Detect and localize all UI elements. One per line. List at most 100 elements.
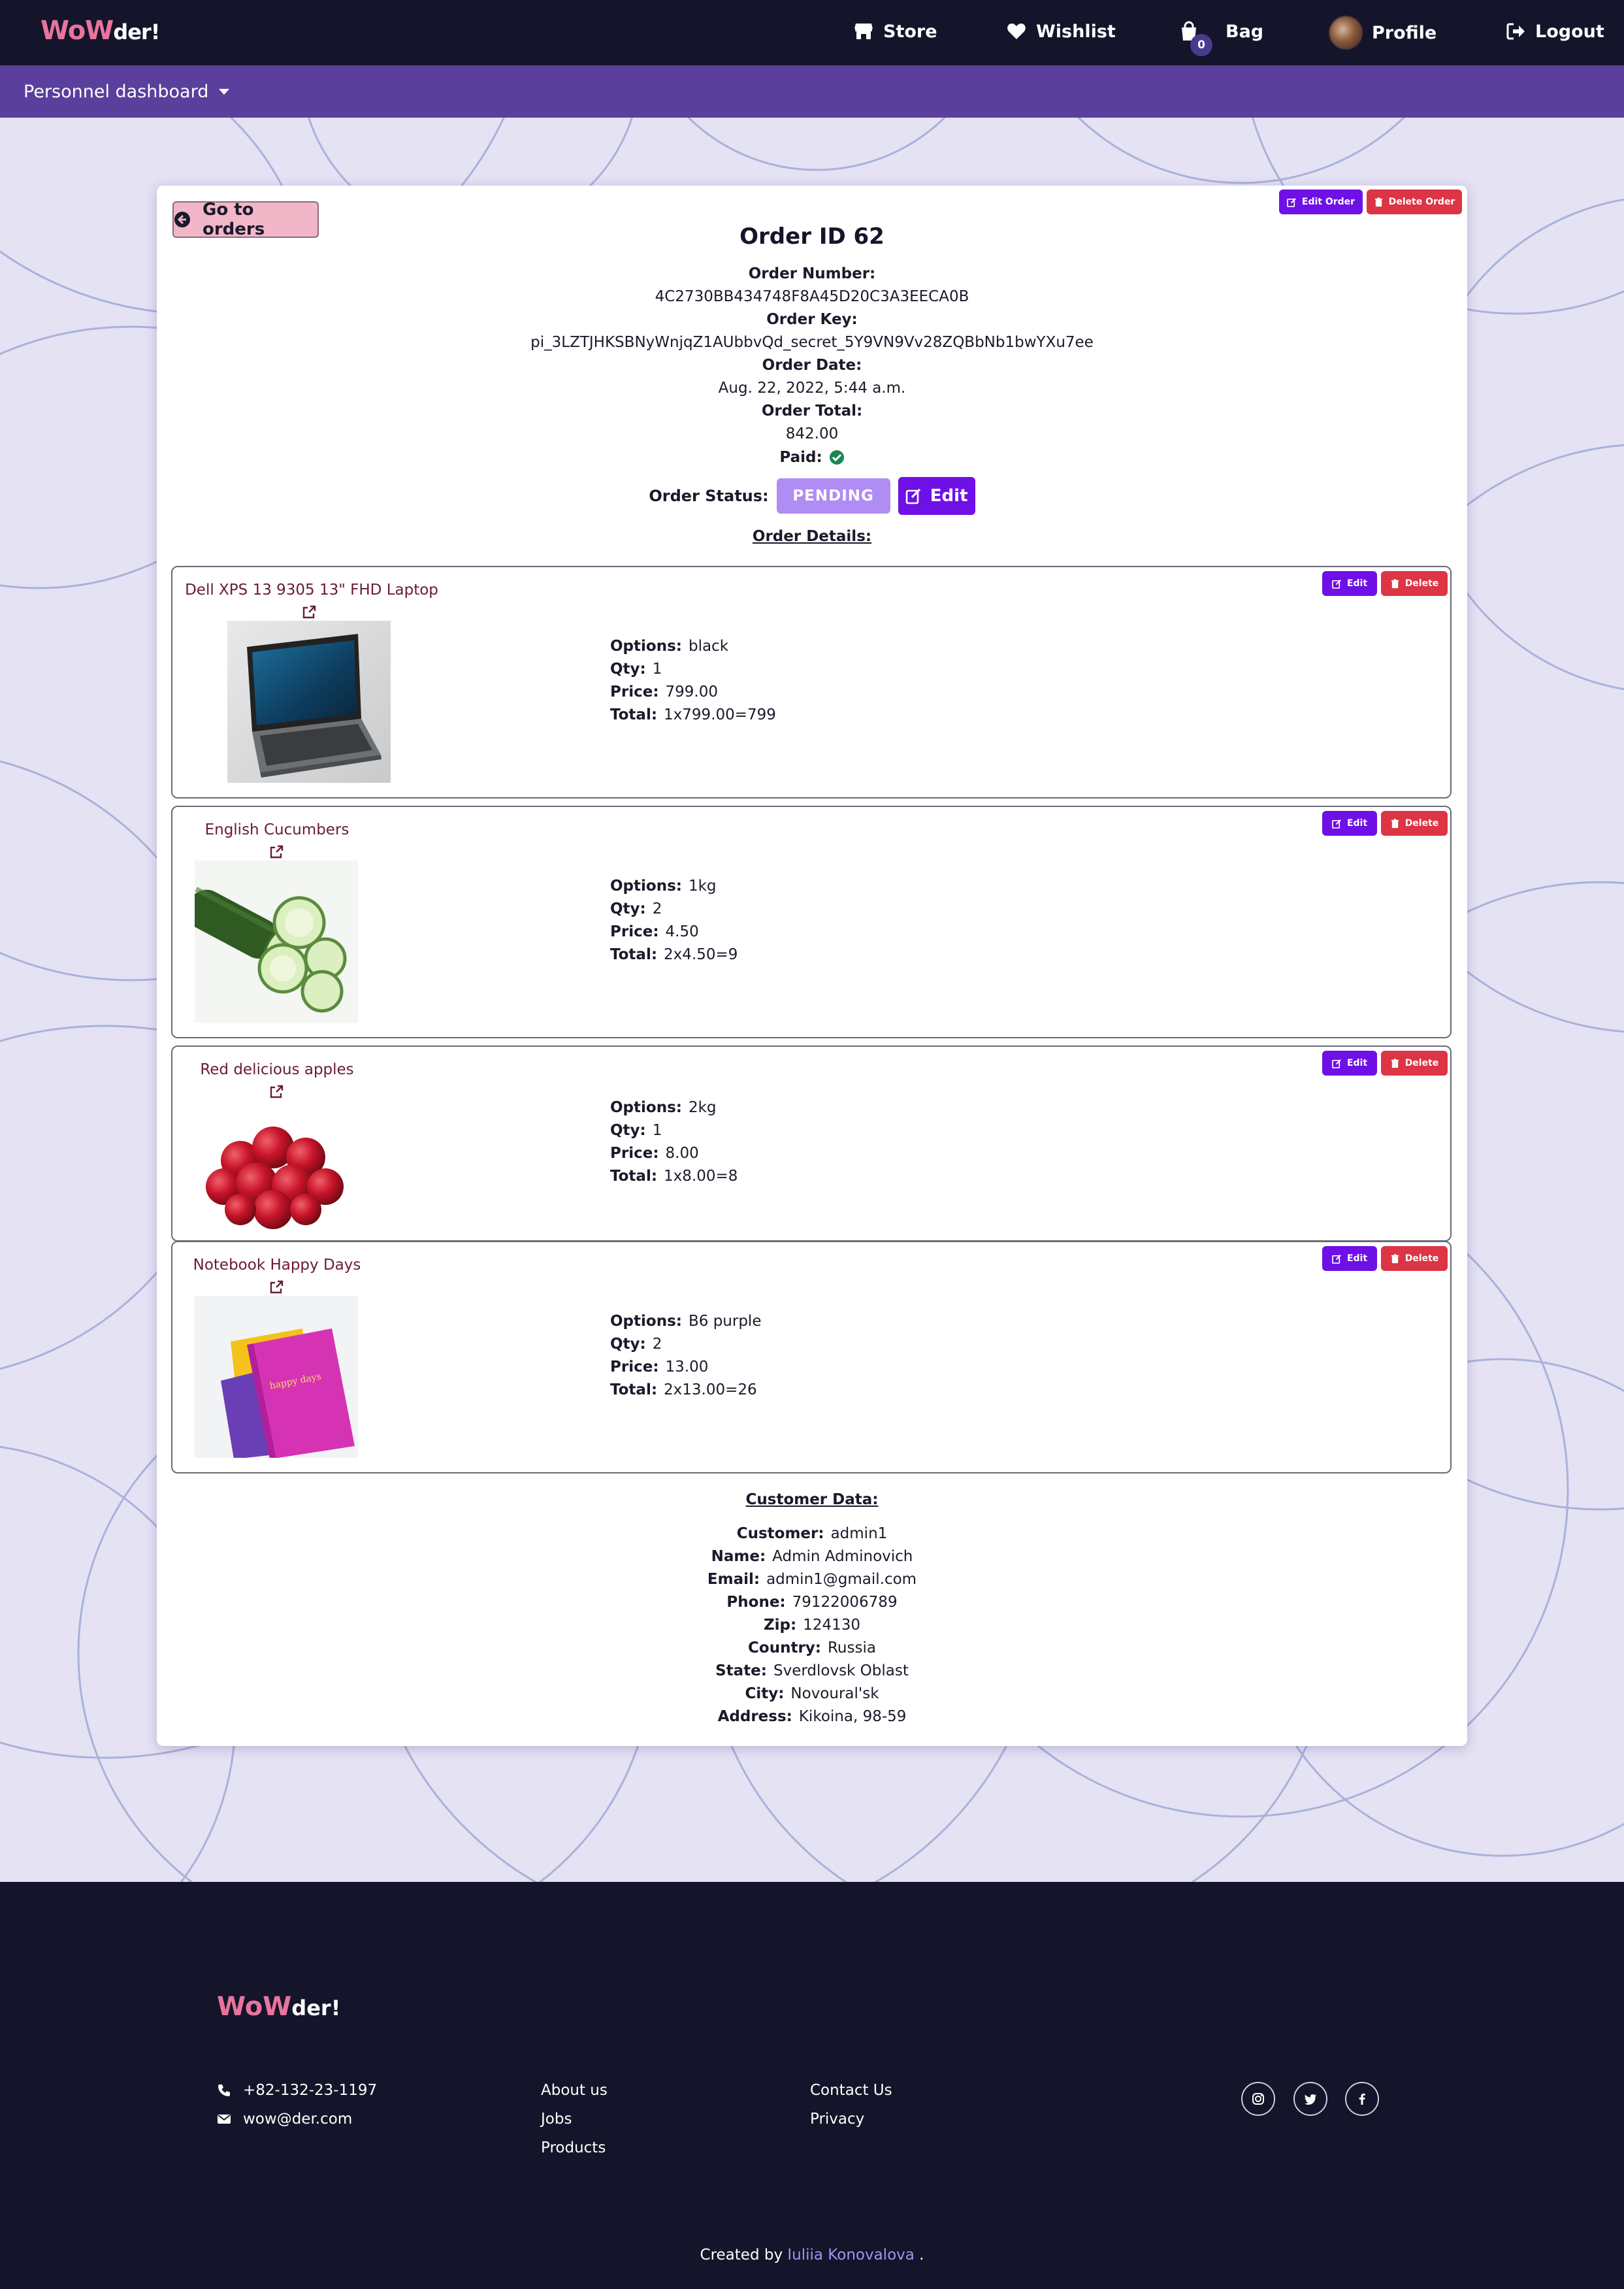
- footer-phone-text: +82-132-23-1197: [243, 2082, 378, 2099]
- paid-label: Paid:: [779, 448, 822, 466]
- customer-field: Customer: admin1: [157, 1523, 1467, 1545]
- customer-field: Phone: 79122006789: [157, 1591, 1467, 1614]
- customer-data: Customer: admin1 Name: Admin Adminovich Em…: [157, 1523, 1467, 1728]
- check-circle-icon: [829, 450, 845, 465]
- phone-icon: [217, 2083, 231, 2098]
- paid-row: Paid:: [157, 446, 1467, 469]
- total-label: Total:: [610, 706, 658, 723]
- options-label: Options:: [610, 1099, 682, 1116]
- footer-logo[interactable]: WoWder!: [217, 1992, 340, 2022]
- options-value: 1kg: [688, 878, 717, 895]
- item-image-cucumbers[interactable]: [195, 861, 358, 1023]
- customer-field-label: Address:: [717, 1708, 792, 1725]
- delete-item-button[interactable]: Delete: [1381, 1051, 1448, 1076]
- twitter-icon[interactable]: [1293, 2082, 1327, 2116]
- external-link-icon[interactable]: [300, 604, 317, 621]
- item-image-notebook[interactable]: happy days: [195, 1296, 358, 1458]
- delete-item-button[interactable]: Delete: [1381, 811, 1448, 836]
- qty-label: Qty:: [610, 1336, 646, 1353]
- total-value: 2x4.50=9: [664, 946, 738, 963]
- customer-field-value: Novoural'sk: [790, 1685, 879, 1702]
- edit-icon: [1332, 819, 1342, 829]
- credit-author-link[interactable]: Iuliia Konovalova: [787, 2247, 914, 2264]
- item-name-link[interactable]: English Cucumbers: [179, 821, 375, 838]
- edit-item-button[interactable]: Edit: [1322, 1051, 1377, 1076]
- edit-order-button[interactable]: Edit Order: [1279, 189, 1363, 214]
- item-name-link[interactable]: Dell XPS 13 9305 13" FHD Laptop: [179, 582, 444, 599]
- price-value: 8.00: [665, 1145, 699, 1162]
- nav-wishlist-label: Wishlist: [1036, 21, 1116, 42]
- store-icon: [853, 21, 874, 42]
- instagram-icon[interactable]: [1241, 2082, 1275, 2116]
- qty-value: 2: [652, 900, 662, 917]
- order-status-row: Order Status: PENDING Edit: [157, 477, 1467, 515]
- edit-icon: [1332, 1254, 1342, 1264]
- nav-store-label: Store: [883, 21, 937, 42]
- price-value: 799.00: [665, 683, 718, 700]
- customer-field: Address: Kikoina, 98-59: [157, 1705, 1467, 1728]
- order-item: Edit Delete English Cucumbers Options: 1…: [171, 806, 1452, 1038]
- edit-item-button[interactable]: Edit: [1322, 811, 1377, 836]
- order-item: Edit Delete Red delicious apples Options…: [171, 1046, 1452, 1242]
- options-label: Options:: [610, 638, 682, 655]
- edit-item-label: Edit: [1346, 1253, 1368, 1264]
- footer-logo-second: der!: [291, 1996, 341, 2020]
- customer-field: Zip: 124130: [157, 1614, 1467, 1637]
- total-value: 1x8.00=8: [664, 1168, 738, 1185]
- order-key-value: pi_3LZTJHKSBNyWnjqZ1AUbbvQd_secret_5Y9VN…: [530, 334, 1094, 351]
- edit-icon: [1332, 1059, 1342, 1068]
- footer-credit: Created by Iuliia Konovalova .: [0, 2247, 1624, 2264]
- nav-store[interactable]: Store: [853, 17, 937, 46]
- edit-icon: [1332, 579, 1342, 589]
- facebook-icon[interactable]: [1345, 2082, 1379, 2116]
- footer-link-contact[interactable]: Contact Us: [810, 2082, 892, 2099]
- bag-count-badge: 0: [1190, 34, 1212, 56]
- footer-link-privacy[interactable]: Privacy: [810, 2111, 864, 2128]
- qty-label: Qty:: [610, 661, 646, 678]
- customer-field-value: Kikoina, 98-59: [798, 1708, 907, 1725]
- delete-order-button[interactable]: Delete Order: [1367, 189, 1462, 214]
- external-link-icon[interactable]: [268, 1279, 285, 1296]
- order-title: Order ID 62: [739, 223, 885, 250]
- order-key-label: Order Key:: [766, 311, 858, 328]
- footer-link-jobs[interactable]: Jobs: [541, 2111, 572, 2128]
- external-link-icon[interactable]: [268, 844, 285, 861]
- options-value: black: [688, 638, 729, 655]
- footer-link-about[interactable]: About us: [541, 2082, 608, 2099]
- personnel-dashboard-dropdown[interactable]: Personnel dashboard: [24, 82, 230, 102]
- edit-item-button[interactable]: Edit: [1322, 1246, 1377, 1271]
- edit-item-button[interactable]: Edit: [1322, 571, 1377, 596]
- item-name-link[interactable]: Notebook Happy Days: [179, 1257, 375, 1274]
- delete-item-button[interactable]: Delete: [1381, 571, 1448, 596]
- footer-link-products[interactable]: Products: [541, 2139, 606, 2156]
- order-date-label: Order Date:: [762, 357, 862, 374]
- external-link-icon[interactable]: [268, 1083, 285, 1100]
- nav-logout[interactable]: Logout: [1505, 17, 1604, 46]
- customer-field-value: admin1: [830, 1525, 888, 1542]
- brand-logo[interactable]: WoWder!: [41, 16, 160, 46]
- footer-email-text: wow@der.com: [243, 2111, 353, 2128]
- brand-logo-second: der!: [113, 20, 160, 44]
- delete-item-button[interactable]: Delete: [1381, 1246, 1448, 1271]
- nav-wishlist[interactable]: Wishlist: [1006, 17, 1116, 46]
- nav-profile[interactable]: Profile: [1329, 14, 1437, 51]
- item-image-apples[interactable]: [195, 1102, 358, 1232]
- edit-status-button[interactable]: Edit: [898, 477, 975, 515]
- edit-status-label: Edit: [930, 486, 968, 506]
- item-name-link[interactable]: Red delicious apples: [179, 1061, 375, 1078]
- customer-field: Name: Admin Adminovich: [157, 1545, 1467, 1568]
- item-details: Options: 1kg Qty: 2 Price: 4.50 Total: 2x4.5…: [610, 875, 738, 966]
- order-status-label: Order Status:: [649, 487, 769, 505]
- sub-navbar: Personnel dashboard: [0, 65, 1624, 118]
- item-image-laptop[interactable]: [227, 621, 391, 783]
- item-details: Options: 2kg Qty: 1 Price: 8.00 Total: 1x8.0…: [610, 1096, 738, 1188]
- options-label: Options:: [610, 1313, 682, 1330]
- nav-bag[interactable]: 0 Bag: [1178, 17, 1263, 56]
- qty-value: 2: [652, 1336, 662, 1353]
- options-label: Options:: [610, 878, 682, 895]
- footer-phone[interactable]: +82-132-23-1197: [217, 2082, 377, 2099]
- edit-icon: [1287, 197, 1297, 207]
- delete-item-label: Delete: [1405, 818, 1439, 829]
- footer-email[interactable]: wow@der.com: [217, 2111, 352, 2128]
- total-value: 1x799.00=799: [664, 706, 776, 723]
